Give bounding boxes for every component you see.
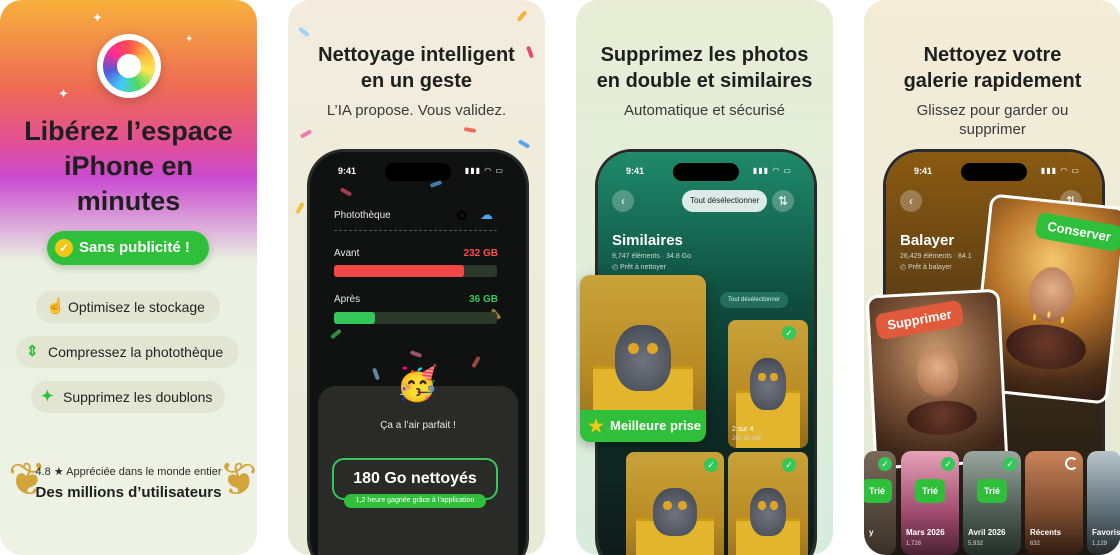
hand-tap-icon: ☝ <box>46 298 65 315</box>
status-message: Ça a l’air parfait ! <box>380 420 456 431</box>
time-saved-badge: 1,2 heure gagnée grâce à l’application <box>344 494 486 508</box>
sparkle-icon: ✦ <box>41 388 54 405</box>
star-icon: ★ <box>53 466 64 478</box>
album-label: Mars 2026 <box>906 528 945 537</box>
sorted-badge: Trié <box>977 479 1008 503</box>
screen-title: Similaires <box>612 232 683 249</box>
page-title: Supprimez les photos en double et simila… <box>596 44 813 92</box>
users-count: Des millions d’utilisateurs <box>35 484 222 501</box>
party-emoji-icon: 🥳 <box>396 365 439 403</box>
group-index: 2 sur 4 <box>732 426 754 433</box>
cloud-icon: ☁ <box>480 207 493 222</box>
feature-compress-library: ⇕ Compressez la photothèque <box>16 336 239 368</box>
deselect-all-button[interactable]: Tout désélectionner <box>682 190 768 212</box>
status-time: 9:41 <box>338 166 357 176</box>
selected-check-icon[interactable]: ✓ <box>704 458 718 472</box>
screen-stats: 26,429 éléments · 84.1 <box>900 253 972 260</box>
group-size: 267.95 MB <box>732 436 762 442</box>
page-subtitle: Glissez pour garder ou supprimer <box>916 102 1069 138</box>
sorted-badge: Trié <box>864 479 893 503</box>
album-label: Avril 2026 <box>968 528 1006 537</box>
status-icons: ▮▮▮ ◠ ▭ <box>464 166 504 175</box>
promo-panel-storage: ✦ ✦ ✦ Libérez l’espace iPhone en minutes… <box>0 0 257 555</box>
page-subtitle: Automatique et sécurisé <box>624 102 785 119</box>
album-thumbnail[interactable]: Favoris 1,129 <box>1087 451 1120 555</box>
loading-icon <box>1065 457 1078 470</box>
album-label: Favoris <box>1092 528 1120 537</box>
feature-optimize-storage: ☝ Optimisez le stockage <box>36 291 220 323</box>
before-bar <box>334 265 497 277</box>
screen-stats: 9,747 éléments · 34.8 Go <box>612 253 691 260</box>
status-icons: ▮▮▮ ◠ ▭ <box>1040 166 1080 175</box>
before-label: Avant <box>334 248 360 259</box>
sort-button[interactable]: ⇅ <box>772 190 794 212</box>
page-title: Nettoyez votre galerie rapidement <box>903 44 1082 92</box>
status-time: 9:41 <box>914 166 933 176</box>
phone-mockup: 9:41 ▮▮▮ ◠ ▭ Photothèque ✿ ☁ Avant 232 G… <box>310 152 526 555</box>
check-icon: ✓ <box>55 239 73 257</box>
sparkle-icon: ✦ <box>58 86 69 101</box>
after-label: Après <box>334 294 361 305</box>
ready-status: ◴ Prêt à balayer <box>900 264 952 271</box>
selected-check-icon: ✓ <box>1003 457 1017 471</box>
album-label: Récents <box>1030 528 1062 537</box>
selected-check-icon: ✓ <box>878 457 892 471</box>
sparkle-icon: ✦ <box>92 10 103 25</box>
deselect-all-small-button[interactable]: Tout désélectionner <box>720 292 789 308</box>
album-thumbnail[interactable]: ✓ Trié Avril 2026 5,932 <box>963 451 1021 555</box>
album-label: y <box>869 528 874 537</box>
photo-thumbnail[interactable] <box>728 452 808 555</box>
album-count: 1,728 <box>906 541 922 547</box>
star-icon: ★ <box>588 416 605 436</box>
album-thumbnail[interactable]: ✓ Trié Mars 2026 1,728 <box>901 451 959 555</box>
album-thumbnail[interactable]: ✓ Trié y <box>864 451 896 555</box>
screen-title: Balayer <box>900 232 955 249</box>
selected-check-icon[interactable]: ✓ <box>782 326 796 340</box>
no-ads-badge: ✓ Sans publicité ! <box>47 231 209 265</box>
section-title: Photothèque <box>334 210 391 221</box>
after-value: 36 GB <box>469 294 498 305</box>
selected-check-icon[interactable]: ✓ <box>782 458 796 472</box>
album-count: 5,932 <box>968 541 984 547</box>
sparkle-icon: ✦ <box>185 34 194 45</box>
album-thumbnail[interactable]: Récents 632 <box>1025 451 1083 555</box>
back-button[interactable]: ‹ <box>612 190 634 212</box>
promo-panel-duplicates: Supprimez les photos en double et simila… <box>576 0 833 555</box>
album-count: 1,129 <box>1092 541 1108 547</box>
selected-check-icon: ✓ <box>941 457 955 471</box>
after-bar <box>334 312 497 324</box>
before-value: 232 GB <box>463 248 498 259</box>
sorted-badge: Trié <box>915 479 946 503</box>
status-icons: ▮▮▮ ◠ ▭ <box>752 166 792 175</box>
photos-app-icon: ✿ <box>456 207 468 223</box>
best-shot-badge: ★ Meilleure prise <box>580 410 706 442</box>
promo-panel-swipe: Nettoyez votre galerie rapidement Glisse… <box>864 0 1120 555</box>
rating-line: 4.8 ★ Appréciée dans le monde entier <box>35 466 222 478</box>
ready-status: ◴ Prêt à nettoyer <box>612 264 666 271</box>
compress-icon: ⇕ <box>26 343 39 360</box>
status-time: 9:41 <box>626 166 645 176</box>
album-count: 632 <box>1030 541 1041 547</box>
app-logo <box>97 34 161 98</box>
page-subtitle: L’IA propose. Vous validez. <box>326 102 507 119</box>
back-button[interactable]: ‹ <box>900 190 922 212</box>
feature-remove-duplicates: ✦ Supprimez les doublons <box>31 381 225 413</box>
page-title: Libérez l’espace iPhone en minutes <box>24 116 233 216</box>
promo-panel-smart-clean: Nettoyage intelligent en un geste L’IA p… <box>288 0 545 555</box>
page-title: Nettoyage intelligent en un geste <box>318 44 515 92</box>
